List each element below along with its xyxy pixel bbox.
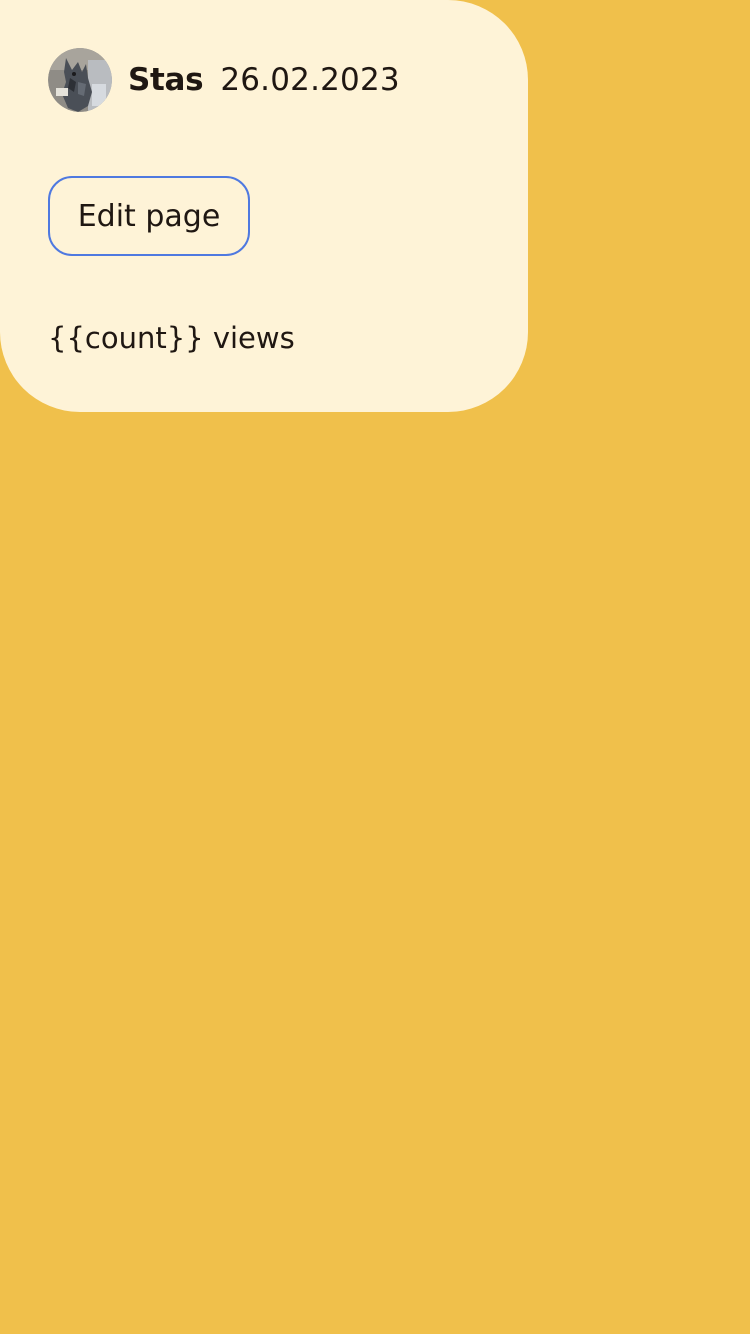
post-date: 26.02.2023 [220,62,400,98]
edit-page-button[interactable]: Edit page [48,176,250,256]
views-count: {{count}} views [48,321,295,355]
author-avatar[interactable] [48,48,112,112]
post-card: Stas 26.02.2023 Edit page {{count}} view… [0,0,528,412]
dog-avatar-icon [48,48,112,112]
author-row: Stas 26.02.2023 [48,48,400,112]
author-name[interactable]: Stas [128,62,204,98]
